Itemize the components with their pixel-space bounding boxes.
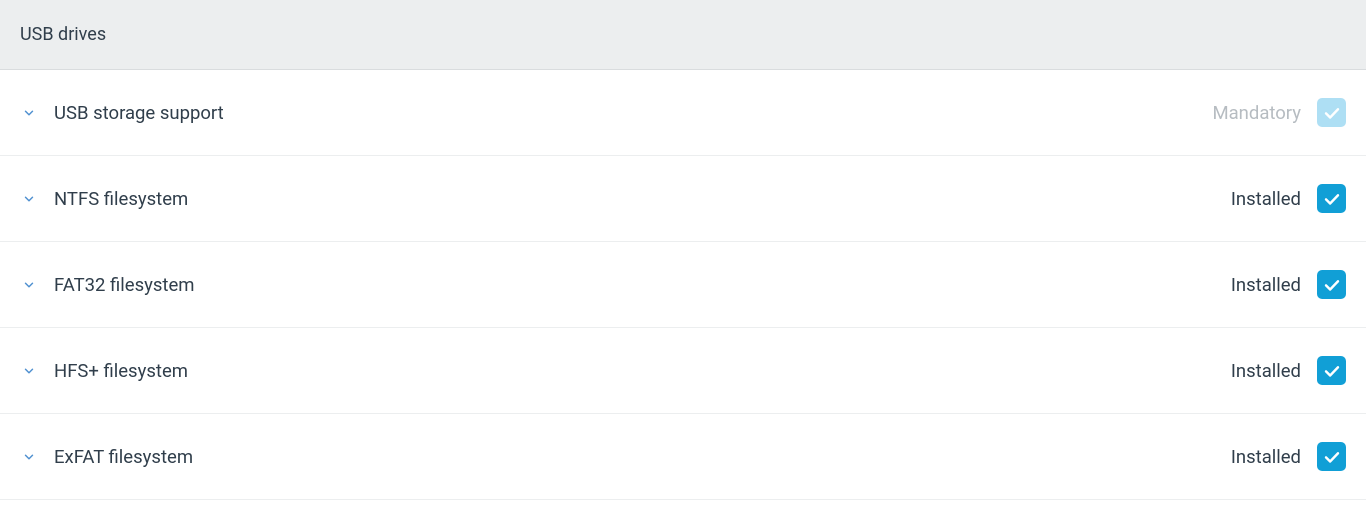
- item-label: HFS+ filesystem: [54, 360, 188, 382]
- row-right: Installed: [1231, 184, 1346, 213]
- chevron-down-icon[interactable]: [22, 278, 36, 292]
- item-label: ExFAT filesystem: [54, 446, 193, 468]
- checkbox[interactable]: [1317, 270, 1346, 299]
- chevron-down-icon[interactable]: [22, 192, 36, 206]
- row-right: Mandatory: [1212, 98, 1346, 127]
- row-left: NTFS filesystem: [22, 188, 1231, 210]
- section-title: USB drives: [20, 24, 106, 45]
- checkbox: [1317, 98, 1346, 127]
- row-right: Installed: [1231, 356, 1346, 385]
- item-label: NTFS filesystem: [54, 188, 188, 210]
- item-label: USB storage support: [54, 102, 224, 124]
- status-text: Mandatory: [1212, 102, 1301, 124]
- chevron-down-icon[interactable]: [22, 364, 36, 378]
- list-item[interactable]: ExFAT filesystem Installed: [0, 414, 1366, 500]
- row-right: Installed: [1231, 270, 1346, 299]
- status-text: Installed: [1231, 274, 1301, 296]
- list-item[interactable]: FAT32 filesystem Installed: [0, 242, 1366, 328]
- item-label: FAT32 filesystem: [54, 274, 195, 296]
- section-header: USB drives: [0, 0, 1366, 70]
- checkbox[interactable]: [1317, 356, 1346, 385]
- row-left: USB storage support: [22, 102, 1212, 124]
- status-text: Installed: [1231, 188, 1301, 210]
- status-text: Installed: [1231, 446, 1301, 468]
- row-left: ExFAT filesystem: [22, 446, 1231, 468]
- chevron-down-icon[interactable]: [22, 450, 36, 464]
- checkbox[interactable]: [1317, 442, 1346, 471]
- row-right: Installed: [1231, 442, 1346, 471]
- checkbox[interactable]: [1317, 184, 1346, 213]
- list-item[interactable]: HFS+ filesystem Installed: [0, 328, 1366, 414]
- row-left: HFS+ filesystem: [22, 360, 1231, 382]
- list-item[interactable]: NTFS filesystem Installed: [0, 156, 1366, 242]
- list-item[interactable]: USB storage support Mandatory: [0, 70, 1366, 156]
- status-text: Installed: [1231, 360, 1301, 382]
- row-left: FAT32 filesystem: [22, 274, 1231, 296]
- chevron-down-icon[interactable]: [22, 106, 36, 120]
